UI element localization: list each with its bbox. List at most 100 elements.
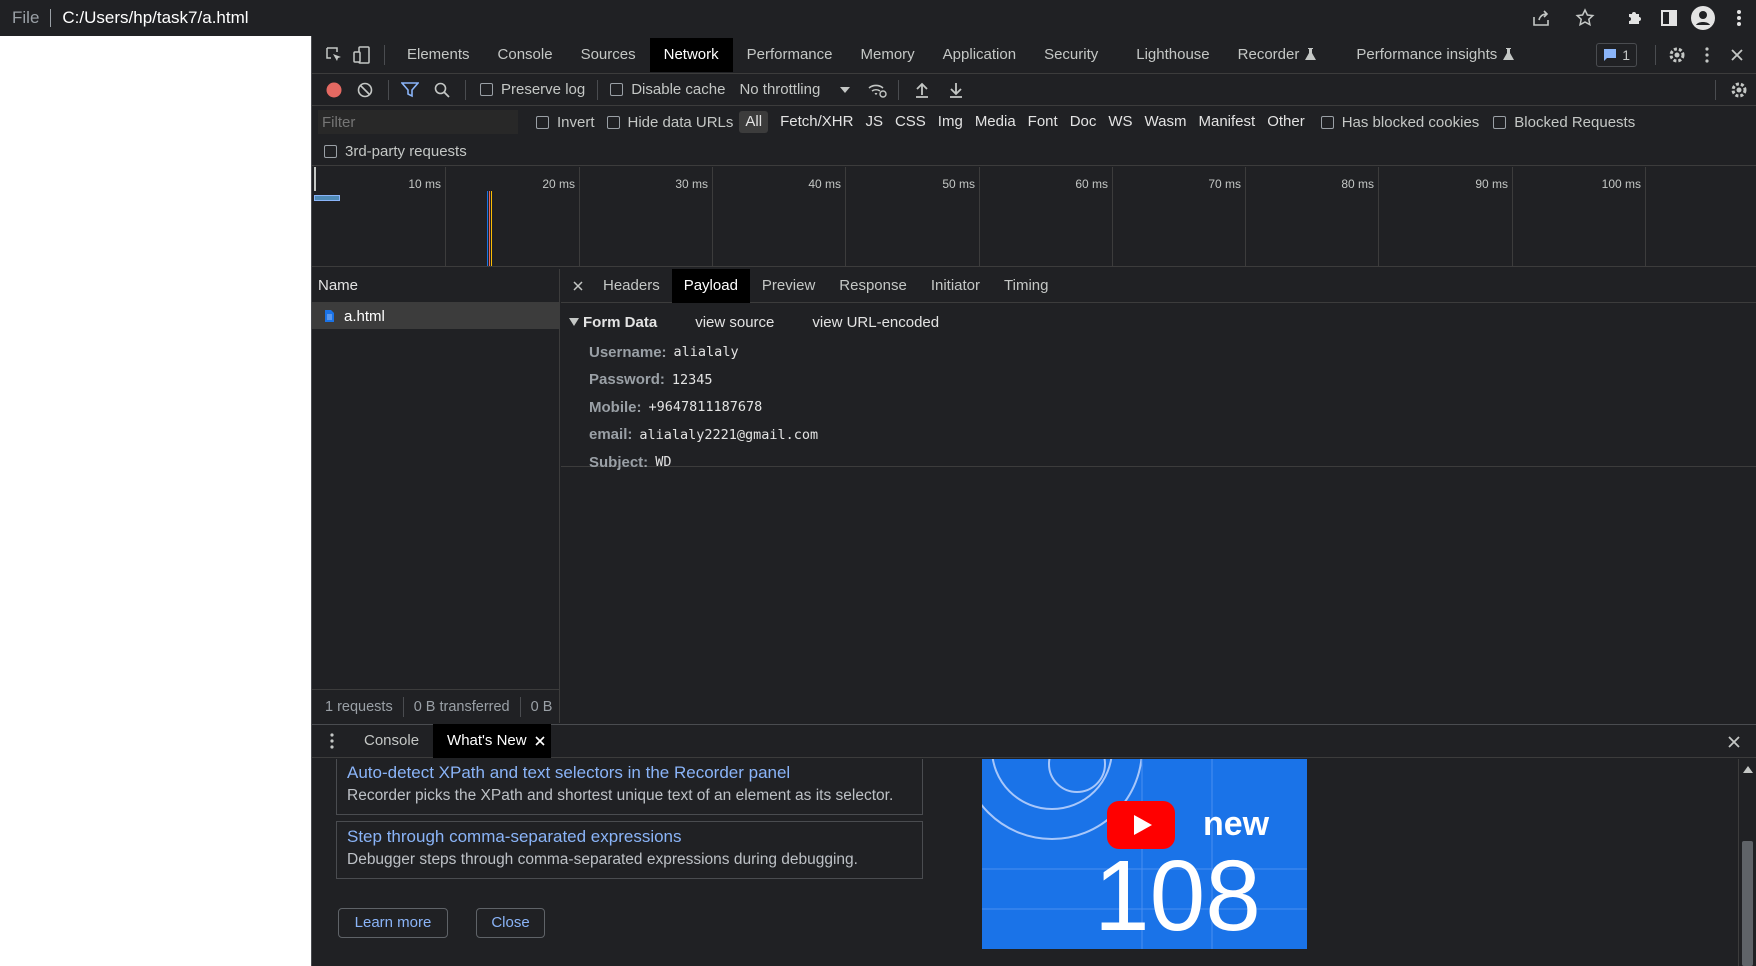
- network-settings-icon[interactable]: [1722, 73, 1756, 107]
- disable-cache-checkbox[interactable]: Disable cache: [610, 81, 725, 98]
- device-toolbar-icon[interactable]: [348, 38, 376, 72]
- request-row[interactable]: a.html: [312, 303, 559, 329]
- detail-tab-timing[interactable]: Timing: [992, 269, 1060, 303]
- profile-icon[interactable]: [1686, 1, 1720, 35]
- feature-card[interactable]: Auto-detect XPath and text selectors in …: [336, 759, 923, 815]
- menu-icon[interactable]: [1722, 1, 1756, 35]
- detail-tab-payload[interactable]: Payload: [671, 268, 750, 303]
- record-icon[interactable]: [320, 73, 348, 107]
- timeline-overview[interactable]: 10 ms 20 ms 30 ms 40 ms 50 ms 60 ms 70 ms 80 ms…: [312, 167, 1756, 267]
- filter-type-media[interactable]: Media: [969, 111, 1022, 133]
- checkbox[interactable]: [324, 145, 337, 158]
- checkbox[interactable]: [606, 115, 620, 129]
- filter-type-doc[interactable]: Doc: [1064, 111, 1103, 133]
- form-data-header[interactable]: Form Data view source view URL-encoded: [561, 303, 1756, 341]
- checkbox[interactable]: [610, 83, 624, 96]
- tab-network[interactable]: Network: [649, 37, 733, 72]
- card-title[interactable]: Step through comma-separated expressions: [347, 825, 912, 849]
- tab-performance[interactable]: Performance: [733, 38, 847, 72]
- divider: [597, 79, 599, 100]
- close-button[interactable]: Close: [476, 908, 545, 938]
- search-icon[interactable]: [425, 73, 459, 107]
- experimental-flask-icon: [1503, 48, 1515, 61]
- extension-icon[interactable]: [1618, 1, 1652, 35]
- settings-gear-icon[interactable]: [1662, 38, 1692, 72]
- tab-console[interactable]: Console: [484, 38, 567, 72]
- more-options-icon[interactable]: [1692, 38, 1722, 72]
- clear-icon[interactable]: [348, 73, 382, 107]
- scrollbar[interactable]: [1738, 759, 1756, 966]
- timeline-gridline: [979, 167, 980, 266]
- filter-type-font[interactable]: Font: [1022, 111, 1064, 133]
- tab-lighthouse[interactable]: Lighthouse: [1122, 38, 1223, 72]
- tab-security[interactable]: Security: [1030, 38, 1112, 72]
- filter-type-all[interactable]: All: [739, 111, 769, 133]
- network-conditions-icon[interactable]: [862, 73, 892, 107]
- tab-recorder[interactable]: Recorder: [1224, 38, 1331, 72]
- inspect-element-icon[interactable]: [320, 38, 348, 72]
- third-party-checkbox[interactable]: 3rd-party requests: [324, 143, 467, 160]
- checkbox[interactable]: [480, 83, 493, 96]
- filter-type-ws[interactable]: WS: [1102, 111, 1138, 133]
- learn-more-button[interactable]: Learn more: [338, 908, 448, 938]
- drawer-tab-console[interactable]: Console: [350, 724, 433, 758]
- blocked-requests-checkbox[interactable]: Blocked Requests: [1493, 114, 1635, 131]
- filter-icon[interactable]: [395, 73, 425, 107]
- filter-type-img[interactable]: Img: [932, 111, 969, 133]
- tab-sources[interactable]: Sources: [567, 38, 650, 72]
- checkbox[interactable]: [1493, 115, 1507, 129]
- blocked-requests-label: Blocked Requests: [1514, 113, 1636, 131]
- filter-input[interactable]: [318, 110, 518, 134]
- preserve-log-checkbox[interactable]: Preserve log: [480, 81, 585, 98]
- filter-type-css[interactable]: CSS: [889, 111, 932, 133]
- name-column-header[interactable]: Name: [312, 269, 559, 303]
- form-field-key: Password:: [589, 371, 665, 388]
- detail-tab-initiator[interactable]: Initiator: [919, 269, 992, 303]
- load-event-line: [489, 191, 490, 266]
- filter-type-manifest[interactable]: Manifest: [1193, 111, 1262, 133]
- close-detail-icon[interactable]: [563, 269, 593, 303]
- card-title[interactable]: Auto-detect XPath and text selectors in …: [347, 761, 912, 785]
- message-icon: [1604, 49, 1617, 61]
- view-url-encoded-link[interactable]: view URL-encoded: [812, 314, 939, 331]
- invert-label: Invert: [557, 113, 595, 131]
- invert-checkbox[interactable]: Invert: [536, 114, 595, 131]
- close-icon[interactable]: [535, 736, 545, 746]
- sidepanel-icon[interactable]: [1652, 1, 1686, 35]
- feature-card[interactable]: Step through comma-separated expressions…: [336, 821, 923, 879]
- detail-tab-response[interactable]: Response: [827, 269, 919, 303]
- hide-data-urls-checkbox[interactable]: Hide data URLs: [606, 114, 733, 131]
- request-list: Name a.html 1 requests 0 B transferred 0…: [312, 269, 560, 723]
- scrollbar-thumb[interactable]: [1742, 841, 1753, 966]
- filter-type-other[interactable]: Other: [1261, 111, 1311, 133]
- issues-badge[interactable]: 1: [1596, 43, 1637, 67]
- drawer-tab-whats-new[interactable]: What's New: [433, 724, 551, 758]
- close-devtools-icon[interactable]: [1722, 38, 1752, 72]
- network-toolbar: Preserve log Disable cache No throttling: [312, 74, 1756, 106]
- divider: [519, 696, 521, 717]
- import-har-icon[interactable]: [905, 73, 939, 107]
- export-har-icon[interactable]: [939, 73, 973, 107]
- tab-elements[interactable]: Elements: [393, 38, 484, 72]
- checkbox[interactable]: [536, 115, 549, 129]
- filter-type-fetch-xhr[interactable]: Fetch/XHR: [774, 111, 859, 133]
- close-drawer-icon[interactable]: [1720, 725, 1748, 759]
- scroll-up-arrow-icon[interactable]: [1743, 766, 1753, 773]
- share-icon[interactable]: [1524, 1, 1558, 35]
- throttling-select[interactable]: No throttling: [739, 81, 851, 98]
- star-icon[interactable]: [1568, 1, 1602, 35]
- checkbox[interactable]: [1320, 115, 1334, 129]
- tab-performance-insights[interactable]: Performance insights: [1342, 38, 1528, 72]
- drawer-menu-icon[interactable]: [318, 724, 346, 758]
- address-bar-url[interactable]: C:/Users/hp/task7/a.html: [62, 8, 248, 28]
- filter-type-wasm[interactable]: Wasm: [1139, 111, 1193, 133]
- detail-tab-headers[interactable]: Headers: [591, 269, 672, 303]
- timeline-gridline: [1112, 167, 1113, 266]
- tab-memory[interactable]: Memory: [847, 38, 929, 72]
- view-source-link[interactable]: view source: [695, 314, 774, 331]
- detail-tab-preview[interactable]: Preview: [750, 269, 827, 303]
- tab-application[interactable]: Application: [929, 38, 1030, 72]
- blocked-cookies-checkbox[interactable]: Has blocked cookies: [1320, 114, 1479, 131]
- timeline-gridline: [579, 167, 580, 266]
- filter-type-js[interactable]: JS: [859, 111, 889, 133]
